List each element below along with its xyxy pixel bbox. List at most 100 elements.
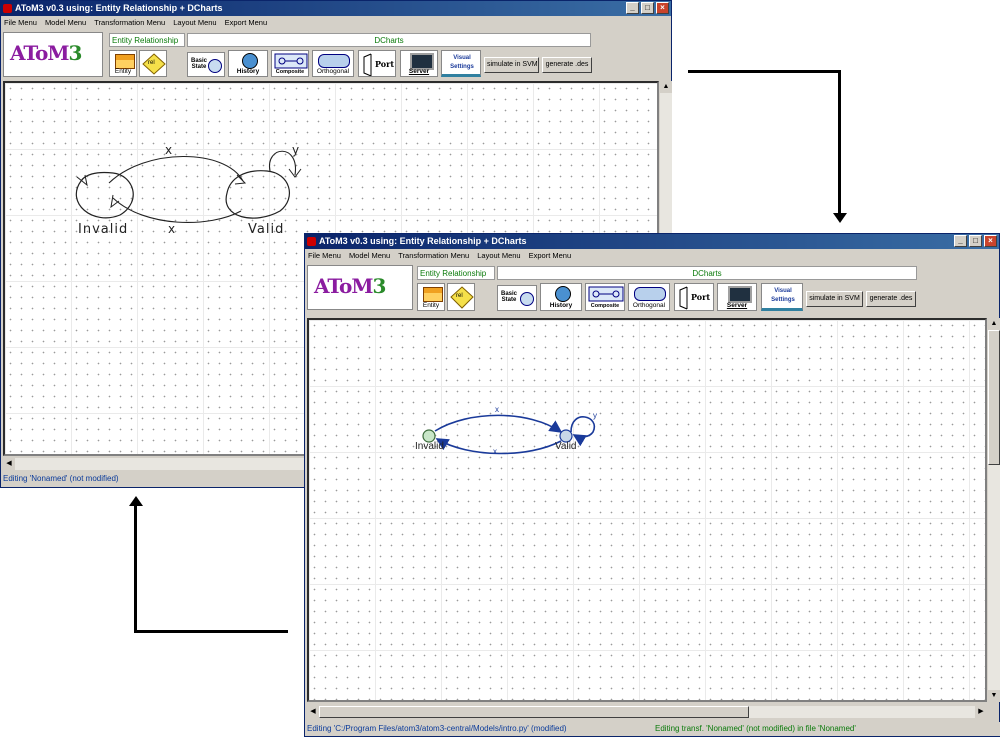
menu-transformation[interactable]: Transformation Menu (398, 249, 469, 263)
front-status-bar-left: Editing 'C:/Program Files/atom3/atom3-ce… (305, 722, 652, 736)
composite-icon (588, 286, 624, 302)
formalism-label: Entity Relationship (417, 266, 495, 280)
scroll-down-icon[interactable]: ▼ (988, 690, 1000, 702)
edge-label-bottom: x (493, 447, 497, 456)
entity-tool[interactable]: Entity (109, 50, 137, 77)
atom3-logo: AToM3 (307, 265, 413, 310)
front-toolbar: AToM3 Entity Relationship DCharts Entity… (305, 263, 999, 313)
horizontal-scroll-thumb[interactable] (319, 706, 749, 718)
menu-file[interactable]: File Menu (4, 16, 37, 30)
arrow-connector-top-head (833, 213, 847, 223)
visual-settings-icon: Visual Settings (771, 288, 795, 303)
front-menubar: File Menu Model Menu Transformation Menu… (305, 249, 999, 263)
generate-des-button[interactable]: generate .des (866, 291, 916, 307)
sketch-state-invalid (75, 171, 134, 219)
generate-des-button[interactable]: generate .des (542, 57, 592, 73)
basic-state-icon (208, 59, 222, 73)
basic-state-tool[interactable]: Basic State (187, 52, 225, 77)
close-icon[interactable]: × (656, 2, 669, 14)
minimize-icon[interactable]: _ (954, 235, 967, 247)
edge-label-self: y (593, 411, 597, 420)
menu-transformation[interactable]: Transformation Menu (94, 16, 165, 30)
server-tool[interactable]: Server (717, 283, 757, 311)
orthogonal-tool[interactable]: Orthogonal (312, 50, 354, 77)
scroll-up-icon[interactable]: ▲ (660, 81, 672, 93)
arrow-connector-bottom-head (129, 496, 143, 506)
visual-settings-tool[interactable]: Visual Settings (761, 283, 803, 311)
scroll-up-icon[interactable]: ▲ (988, 318, 1000, 330)
port-tool[interactable]: Port (674, 283, 714, 311)
scroll-left-icon[interactable]: ◀ (3, 458, 15, 470)
composite-icon (274, 53, 308, 69)
arrow-connector-top-h (688, 70, 841, 73)
port-icon (679, 286, 688, 310)
entity-tool[interactable]: Entity (417, 283, 445, 311)
formalism-label: Entity Relationship (109, 33, 185, 47)
port-tool[interactable]: Port (358, 50, 396, 77)
back-toolbar: AToM3 Entity Relationship DCharts Entity… (1, 30, 671, 80)
app-icon (3, 4, 12, 13)
rel-tool[interactable]: rel (447, 283, 475, 311)
front-horizontal-scrollbar[interactable]: ◀ ▶ (307, 706, 987, 718)
front-title-bar: AToM3 v0.3 using: Entity Relationship + … (305, 234, 999, 249)
dchart-diagram (422, 414, 596, 455)
composite-tool[interactable]: Composite (271, 50, 309, 77)
front-canvas[interactable]: x y Invalid x Valid (307, 318, 987, 702)
maximize-icon[interactable]: □ (641, 2, 654, 14)
edge-invalid-to-valid (434, 414, 563, 433)
simulate-svm-button[interactable]: simulate in SVM (484, 57, 539, 73)
state-label-valid: Valid (555, 441, 577, 452)
atom3-logo: AToM3 (3, 32, 103, 77)
entity-icon (423, 287, 443, 302)
sketch-label-invalid: Invalid (78, 222, 129, 237)
history-tool[interactable]: History (540, 283, 582, 311)
sketch-diagram (75, 150, 302, 223)
close-icon[interactable]: × (984, 235, 997, 247)
menu-layout[interactable]: Layout Menu (477, 249, 520, 263)
arrow-connector-top-v (838, 70, 841, 215)
edge-valid-to-invalid (435, 438, 562, 455)
front-vertical-scrollbar[interactable]: ▲ ▼ (988, 318, 1000, 702)
orthogonal-icon (634, 287, 666, 301)
sketch-label-edge-self: y (292, 143, 300, 157)
dcharts-label: DCharts (187, 33, 591, 47)
server-icon (728, 286, 752, 303)
server-tool[interactable]: Server (400, 50, 438, 77)
history-icon (242, 53, 258, 69)
front-window-title: AToM3 v0.3 using: Entity Relationship + … (319, 236, 527, 246)
orthogonal-tool[interactable]: Orthogonal (628, 283, 670, 311)
menu-model[interactable]: Model Menu (45, 16, 86, 30)
sketch-edge-top (108, 156, 244, 184)
menu-layout[interactable]: Layout Menu (173, 16, 216, 30)
maximize-icon[interactable]: □ (969, 235, 982, 247)
rel-tool[interactable]: rel (139, 50, 167, 77)
orthogonal-icon (318, 54, 350, 68)
dcharts-label: DCharts (497, 266, 917, 280)
app-icon (307, 237, 316, 246)
simulate-svm-button[interactable]: simulate in SVM (806, 291, 863, 307)
back-title-bar: AToM3 v0.3 using: Entity Relationship + … (1, 1, 671, 16)
back-menubar: File Menu Model Menu Transformation Menu… (1, 16, 671, 30)
menu-file[interactable]: File Menu (308, 249, 341, 263)
minimize-icon[interactable]: _ (626, 2, 639, 14)
history-icon (555, 286, 571, 302)
scroll-right-icon[interactable]: ▶ (975, 706, 987, 718)
menu-export[interactable]: Export Menu (529, 249, 572, 263)
vertical-scroll-thumb[interactable] (988, 330, 1000, 465)
port-icon (363, 53, 372, 76)
back-window-title: AToM3 v0.3 using: Entity Relationship + … (15, 3, 223, 13)
basic-state-tool[interactable]: Basic State (497, 285, 537, 311)
front-window: AToM3 v0.3 using: Entity Relationship + … (304, 233, 1000, 737)
history-tool[interactable]: History (228, 50, 268, 77)
menu-export[interactable]: Export Menu (225, 16, 268, 30)
basic-state-icon (520, 292, 534, 306)
visual-settings-icon: Visual Settings (450, 55, 474, 70)
sketch-label-edge-top: x (165, 143, 173, 157)
arrow-connector-bottom-h (134, 630, 288, 633)
edge-label-top: x (495, 405, 499, 414)
front-status-bar-right: Editing transf. 'Nonamed' (not modified)… (653, 722, 1000, 736)
menu-model[interactable]: Model Menu (349, 249, 390, 263)
scroll-left-icon[interactable]: ◀ (307, 706, 319, 718)
visual-settings-tool[interactable]: Visual Settings (441, 50, 481, 77)
composite-tool[interactable]: Composite (585, 283, 625, 311)
